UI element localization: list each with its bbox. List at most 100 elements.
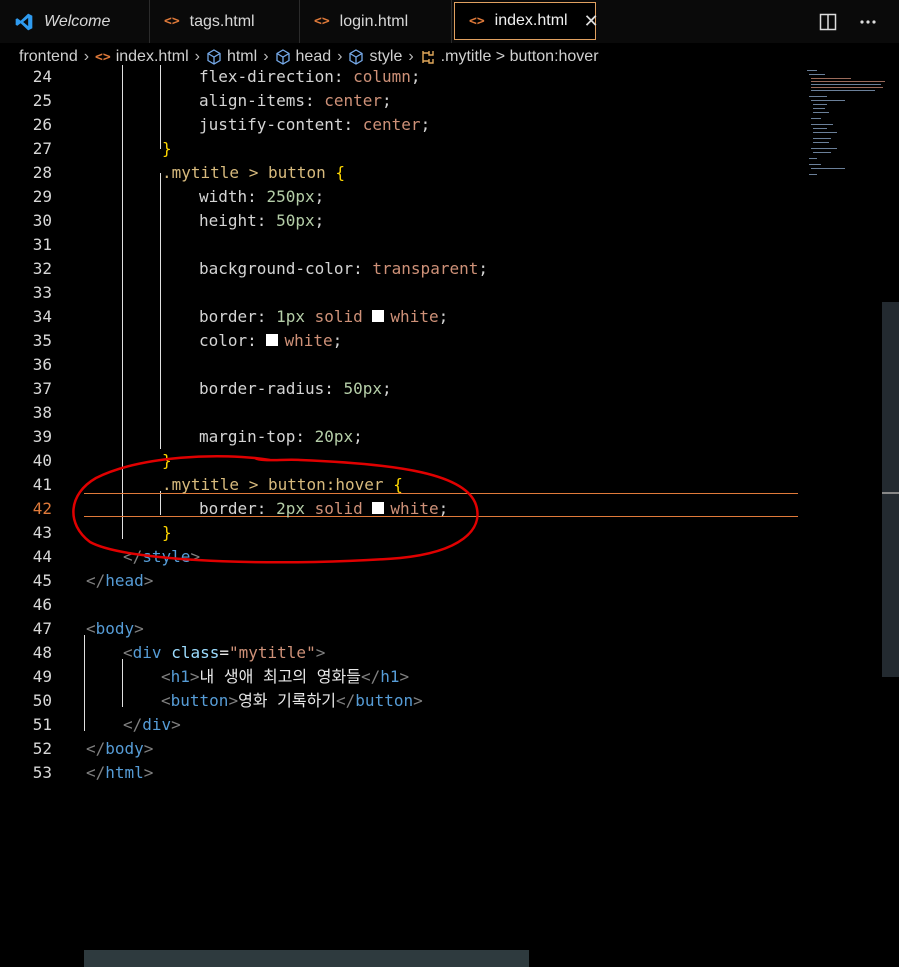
line-number: 53 <box>32 763 52 782</box>
tab-label: tags.html <box>189 12 255 30</box>
css-value: solid <box>314 307 363 326</box>
breadcrumb-item-index-html[interactable]: index.html <box>116 48 189 66</box>
horizontal-scrollbar[interactable] <box>84 950 529 967</box>
line-number: 29 <box>32 187 52 206</box>
css-value: 20px <box>314 427 354 446</box>
html-tag: h1 <box>170 667 190 686</box>
line-number: 49 <box>32 667 52 686</box>
css-value: 1px <box>276 307 305 326</box>
code-line: 34 border: 1px solid white; <box>0 305 899 329</box>
line-number: 32 <box>32 259 52 278</box>
line-number: 33 <box>32 283 52 302</box>
html-tag: html <box>105 763 144 782</box>
css-property: margin-top <box>199 427 296 446</box>
html-file-icon: <> <box>469 13 485 29</box>
code-line: 39 margin-top: 20px; <box>0 425 899 449</box>
line-number: 34 <box>32 307 52 326</box>
minimap[interactable] <box>805 68 885 178</box>
code-line: 53 </html> <box>0 761 899 785</box>
css-selector: .mytitle > button <box>162 163 326 182</box>
chevron-right-icon: › <box>337 48 343 65</box>
chevron-right-icon: › <box>263 48 269 65</box>
breadcrumb-item-html[interactable]: html <box>227 48 257 66</box>
breadcrumb-item-selector[interactable]: .mytitle > button:hover <box>441 48 599 66</box>
color-swatch[interactable] <box>372 309 385 322</box>
line-number: 50 <box>32 691 52 710</box>
vertical-scrollbar[interactable] <box>882 302 899 677</box>
line-number: 26 <box>32 115 52 134</box>
css-value: 50px <box>276 211 315 230</box>
text-content: 영화 기록하기 <box>238 691 337 710</box>
code-line: 31 <box>0 233 899 257</box>
color-swatch[interactable] <box>266 333 279 346</box>
line-number: 40 <box>32 451 52 470</box>
html-tag: body <box>95 619 135 638</box>
code-line: 35 color: white; <box>0 329 899 353</box>
css-property: background-color <box>199 259 354 278</box>
css-value: column <box>353 67 411 86</box>
chevron-right-icon: › <box>83 48 90 65</box>
line-number: 37 <box>32 379 52 398</box>
css-property: align-items <box>199 91 305 110</box>
chevron-right-icon: › <box>408 48 414 65</box>
line-number: 24 <box>32 67 52 86</box>
code-line: 25 align-items: center; <box>0 89 899 113</box>
code-editor[interactable]: 24 flex-direction: column; 25 align-items:… <box>0 65 899 950</box>
code-line: 38 <box>0 401 899 425</box>
css-value: 2px <box>276 499 305 518</box>
tab-index-html[interactable]: <> index.html ✕ <box>454 2 599 40</box>
css-value: white <box>390 307 439 326</box>
css-property: width <box>199 187 248 206</box>
html-tag: button <box>170 691 229 710</box>
code-line: 44 </style> <box>0 545 899 569</box>
css-value: center <box>324 91 383 110</box>
html-tag: h1 <box>380 667 400 686</box>
brace: { <box>393 475 403 494</box>
code-line: 51 </div> <box>0 713 899 737</box>
breadcrumb-item-head[interactable]: head <box>296 48 332 66</box>
css-value: center <box>362 115 421 134</box>
line-number: 47 <box>32 619 52 638</box>
tab-bar: Welcome <> tags.html <> login.html <> in… <box>0 0 899 43</box>
css-property: color <box>199 331 248 350</box>
chevron-right-icon: › <box>194 48 200 65</box>
css-property: border <box>199 307 257 326</box>
code-line: 28 .mytitle > button { <box>0 161 899 185</box>
code-line: 50 <button>영화 기록하기</button> <box>0 689 899 713</box>
breadcrumb-item-frontend[interactable]: frontend <box>19 48 78 66</box>
css-rule-icon <box>421 51 434 64</box>
line-number: 39 <box>32 427 52 446</box>
code-line: 29 width: 250px; <box>0 185 899 209</box>
breadcrumb-item-style[interactable]: style <box>369 48 402 66</box>
code-line: 26 justify-content: center; <box>0 113 899 137</box>
code-line: 46 <box>0 593 899 617</box>
attribute-value: "mytitle" <box>229 643 316 662</box>
line-number: 38 <box>32 403 52 422</box>
vscode-logo-icon <box>15 13 33 30</box>
brace: { <box>335 163 346 182</box>
code-line: 41 .mytitle > button:hover { <box>0 473 899 497</box>
html-file-icon: <> <box>95 49 111 65</box>
tab-tags-html[interactable]: <> tags.html <box>150 0 300 43</box>
tab-welcome[interactable]: Welcome <box>0 0 150 43</box>
line-number: 42 <box>32 499 52 518</box>
tab-label: Welcome <box>44 12 111 30</box>
code-line: 40} <box>0 449 899 473</box>
code-line: 30 height: 50px; <box>0 209 899 233</box>
split-editor-icon[interactable] <box>819 13 837 31</box>
html-tag: div <box>132 643 162 662</box>
brace: } <box>162 139 172 158</box>
tab-login-html[interactable]: <> login.html <box>300 0 452 43</box>
more-actions-icon[interactable] <box>859 13 877 31</box>
code-line: 47 <body> <box>0 617 899 641</box>
code-line: 52 </body> <box>0 737 899 761</box>
code-line: 24 flex-direction: column; <box>0 65 899 89</box>
text-content: 내 생애 최고의 영화들 <box>199 667 361 686</box>
css-value: white <box>284 331 333 350</box>
editor-actions <box>819 0 899 43</box>
code-line: 32 background-color: transparent; <box>0 257 899 281</box>
brace: } <box>162 451 172 470</box>
color-swatch[interactable] <box>372 501 385 514</box>
close-icon[interactable]: ✕ <box>584 11 599 32</box>
code-line-current: 42 border: 2px solid white; <box>0 497 899 521</box>
